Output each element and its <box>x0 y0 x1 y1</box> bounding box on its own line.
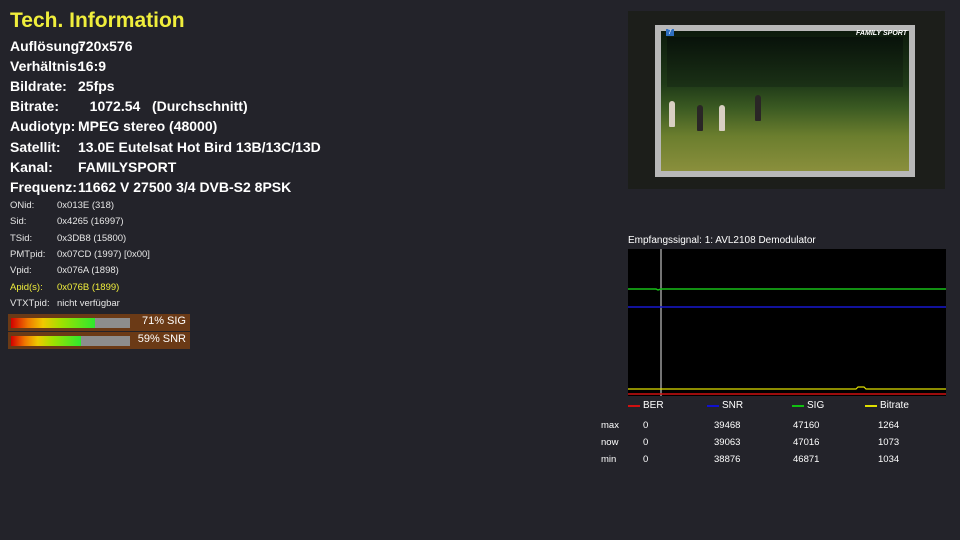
runner-figure <box>697 105 703 131</box>
info-row-bitrate: Bitrate: 1072.54 (Durchschnitt) <box>10 98 248 118</box>
info-value: 13.0E Eutelsat Hot Bird 13B/13C/13D <box>78 139 321 155</box>
meter-label: 71% SIG <box>141 315 186 327</box>
legend-swatch <box>792 405 804 407</box>
legend-label: SIG <box>807 400 825 411</box>
pid-label: PMTpid: <box>10 249 46 260</box>
pid-value: nicht verfügbar <box>57 298 120 309</box>
legend-label: SNR <box>722 400 744 411</box>
signal-graph <box>628 249 946 396</box>
meter-track <box>11 336 130 346</box>
info-row-resolution: Auflösung: 720x576 <box>10 38 133 58</box>
stats-cell: 0 <box>643 420 649 431</box>
pid-row-sid: Sid: 0x4265 (16997) <box>10 216 124 230</box>
stats-row-label: max <box>601 420 619 431</box>
pid-value: 0x3DB8 (15800) <box>57 233 127 244</box>
info-row-framerate: Bildrate: 25fps <box>10 78 115 98</box>
info-value: 16:9 <box>78 58 107 74</box>
signal-graph-canvas <box>628 249 946 396</box>
info-label: Verhältnis: <box>10 58 82 74</box>
pid-label: Apid(s): <box>10 282 43 293</box>
info-row-audiotype: Audiotyp: MPEG stereo (48000) <box>10 118 217 138</box>
stats-row-label: now <box>601 437 619 448</box>
pid-label: TSid: <box>10 233 33 244</box>
info-value: MPEG stereo (48000) <box>78 118 218 134</box>
bitrate-line <box>628 386 946 390</box>
pid-label: Sid: <box>10 216 27 227</box>
info-row-satellite: Satellit: 13.0E Eutelsat Hot Bird 13B/13… <box>10 139 321 159</box>
pid-row-tsid: TSid: 0x3DB8 (15800) <box>10 233 126 247</box>
info-value: 1072.54 (Durchschnitt) <box>78 98 248 114</box>
legend-label: Bitrate <box>880 400 909 411</box>
pid-value: 0x076B (1899) <box>57 282 120 293</box>
pid-value: 0x076A (1898) <box>57 265 119 276</box>
info-label: Bildrate: <box>10 78 67 94</box>
pid-value: 0x013E (318) <box>57 200 115 211</box>
legend-label: BER <box>643 400 664 411</box>
stats-cell: 39468 <box>714 420 741 431</box>
page-title: Tech. Information <box>10 9 185 32</box>
info-value: 11662 V 27500 3/4 DVB-S2 8PSK <box>78 179 292 195</box>
pid-row-pmtpid: PMTpid: 0x07CD (1997) [0x00] <box>10 249 150 263</box>
pid-row-onid: ONid: 0x013E (318) <box>10 200 114 214</box>
info-value: FAMILYSPORT <box>78 159 177 175</box>
info-row-aspect-ratio: Verhältnis: 16:9 <box>10 58 106 78</box>
pid-row-vpid: Vpid: 0x076A (1898) <box>10 265 119 279</box>
pid-label: VTXTpid: <box>10 298 50 309</box>
legend-snr: SNR <box>707 400 743 412</box>
pid-label: Vpid: <box>10 265 32 276</box>
legend-bitrate: Bitrate <box>865 400 909 412</box>
info-label: Satellit: <box>10 139 61 155</box>
signal-quality-meter: 59% SNR <box>8 332 190 349</box>
meter-track <box>11 318 130 328</box>
legend-swatch <box>707 405 719 407</box>
legend-swatch <box>865 405 877 407</box>
legend-ber: BER <box>628 400 664 412</box>
stats-cell: 1073 <box>878 437 900 448</box>
stats-cell: 38876 <box>714 454 741 465</box>
meter-fill <box>11 336 82 346</box>
pid-row-vtxtpid: VTXTpid: nicht verfügbar <box>10 298 120 312</box>
video-frame <box>655 25 915 177</box>
sig-line <box>628 288 946 291</box>
info-label: Bitrate: <box>10 98 60 114</box>
stats-cell: 1034 <box>878 454 900 465</box>
stats-row-label: min <box>601 454 617 465</box>
info-label: Frequenz: <box>10 179 77 195</box>
stats-cell: 39063 <box>714 437 741 448</box>
info-label: Kanal: <box>10 159 53 175</box>
runner-figure <box>669 101 675 127</box>
legend-swatch <box>628 405 640 407</box>
meter-label: 59% SNR <box>137 333 186 345</box>
legend-sig: SIG <box>792 400 824 412</box>
runner-figure <box>719 105 725 131</box>
stats-cell: 47160 <box>793 420 820 431</box>
pid-value: 0x4265 (16997) <box>57 216 124 227</box>
channel-logo: FAMILY SPORT <box>856 30 907 37</box>
pid-label: ONid: <box>10 200 35 211</box>
stats-cell: 0 <box>643 437 649 448</box>
info-row-channel: Kanal: FAMILYSPORT <box>10 159 176 179</box>
video-preview: 7 FAMILY SPORT <box>628 11 945 189</box>
info-label: Auflösung: <box>10 38 84 54</box>
runner-figure <box>755 95 761 121</box>
stats-cell: 46871 <box>793 454 820 465</box>
channel-number-badge: 7 <box>666 29 674 36</box>
stats-cell: 1264 <box>878 420 900 431</box>
pid-row-apid: Apid(s): 0x076B (1899) <box>10 282 119 296</box>
stats-cell: 47016 <box>793 437 820 448</box>
info-value: 25fps <box>78 78 115 94</box>
stats-cell: 0 <box>643 454 649 465</box>
info-value: 720x576 <box>78 38 133 54</box>
graph-title: Empfangssignal: 1: AVL2108 Demodulator <box>628 235 816 246</box>
pid-value: 0x07CD (1997) [0x00] <box>57 249 150 260</box>
info-label: Audiotyp: <box>10 118 76 134</box>
video-background <box>667 37 903 87</box>
signal-strength-meter: 71% SIG <box>8 314 190 331</box>
meter-fill <box>11 318 96 328</box>
info-row-frequency: Frequenz: 11662 V 27500 3/4 DVB-S2 8PSK <box>10 179 291 199</box>
